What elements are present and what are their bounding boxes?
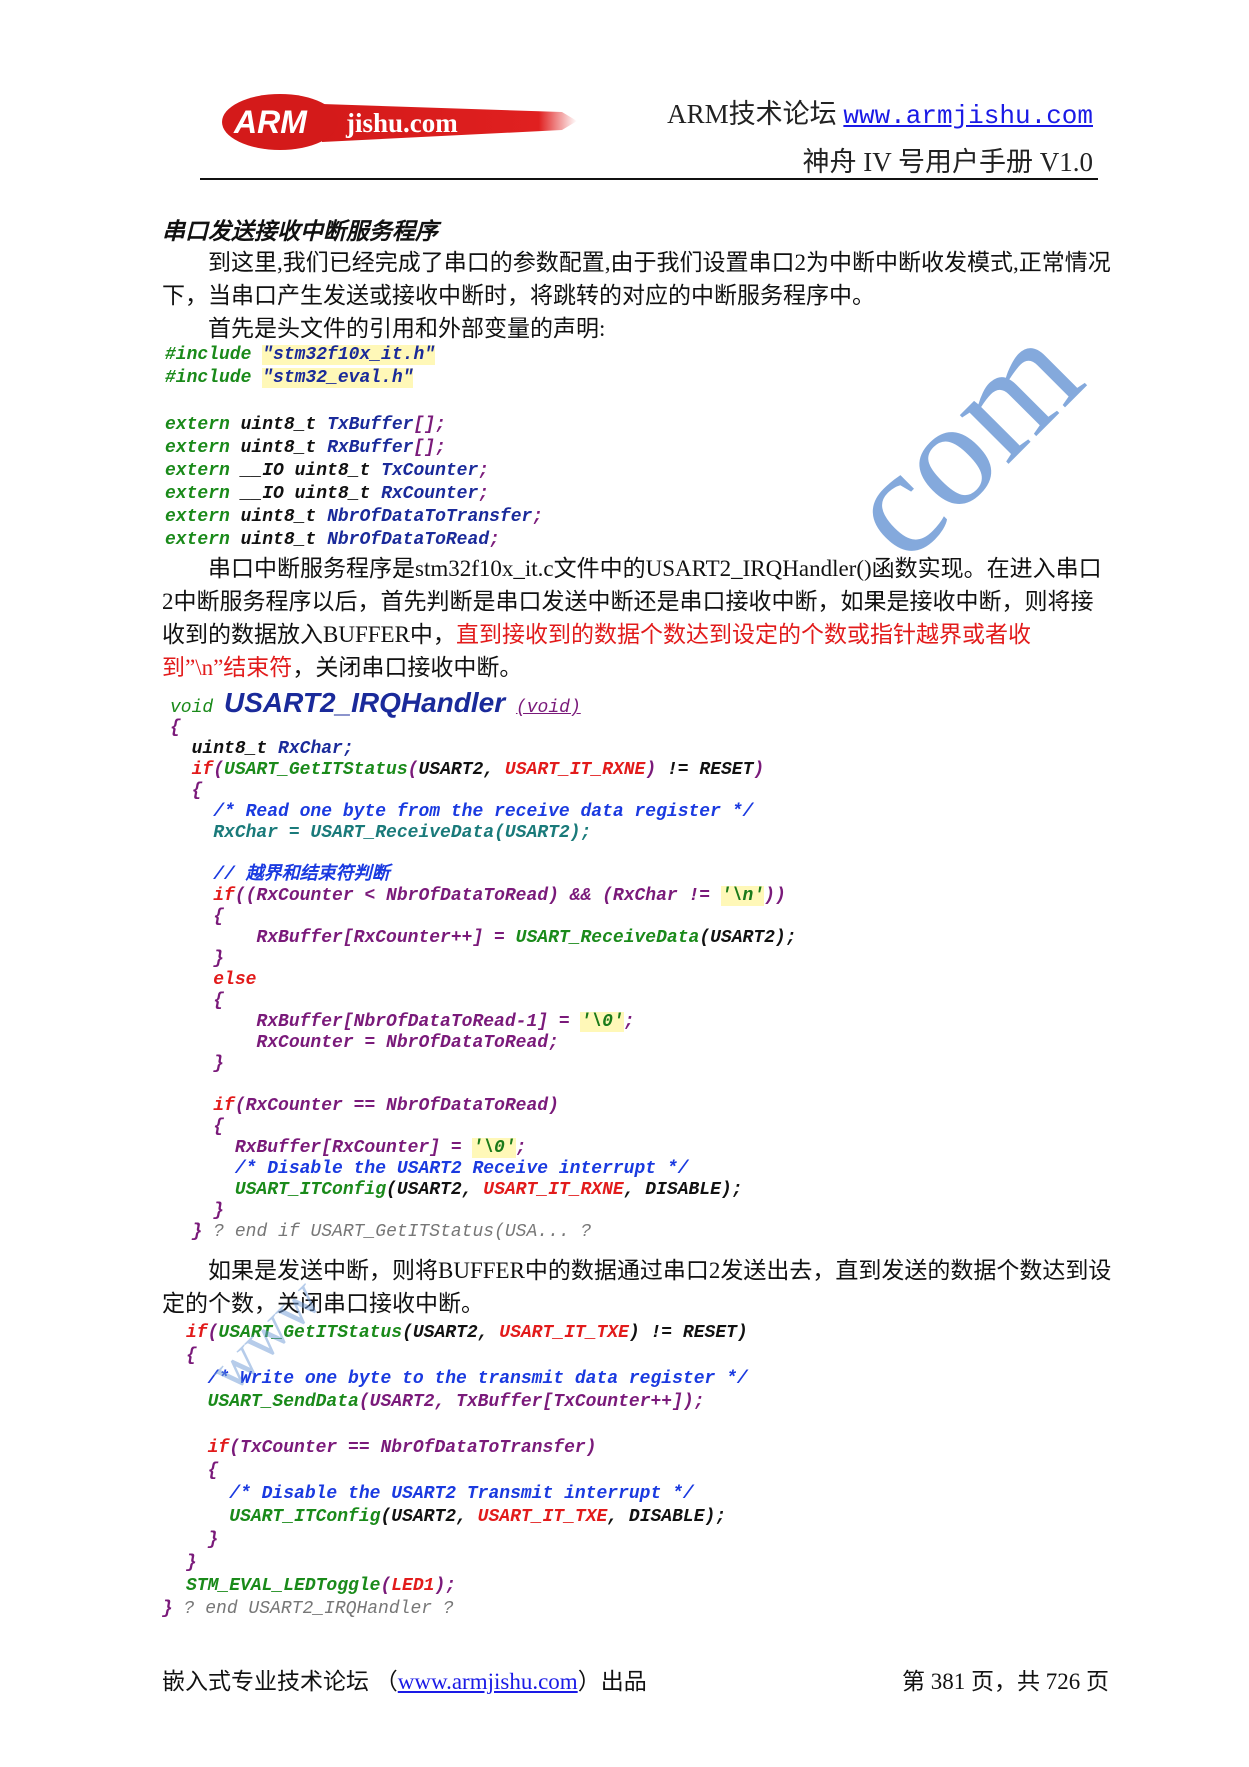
- include-file-2: "stm32_eval.h": [262, 368, 414, 388]
- armjishu-logo: ARM jishu.com: [222, 90, 582, 152]
- code-end-comment: } ? end USART2_IRQHandler ?: [162, 1599, 454, 1619]
- para-transmit-desc: 如果是发送中断，则将BUFFER中的数据通过串口2发送出去，直到发送的数据个数达…: [162, 1258, 1112, 1316]
- footer-link[interactable]: www.armjishu.com: [398, 1669, 578, 1694]
- code-transmit: if(USART_GetITStatus(USART2, USART_IT_TX…: [186, 1323, 748, 1596]
- include-kw: #include: [165, 345, 252, 365]
- logo-jishu-text: jishu.com: [345, 108, 458, 138]
- code-externs: extern uint8_t TxBuffer[]; extern uint8_…: [165, 415, 544, 550]
- forum-label: ARM技术论坛: [667, 99, 837, 129]
- manual-title: 神舟 IV 号用户手册 V1.0: [802, 147, 1093, 177]
- function-name: USART2_IRQHandler: [224, 687, 506, 718]
- page-number: 第 381 页，共 726 页: [902, 1669, 1109, 1694]
- include-kw: #include: [165, 368, 252, 388]
- include-file-1: "stm32f10x_it.h": [262, 345, 436, 365]
- header-forum: ARM技术论坛 www.armjishu.com: [667, 92, 1093, 131]
- header-rule: [200, 178, 1098, 180]
- logo-arm-text: ARM: [233, 104, 308, 140]
- para-handler-desc: 串口中断服务程序是stm32f10x_it.c文件中的USART2_IRQHan…: [162, 556, 1102, 680]
- para-headers: 首先是头文件的引用和外部变量的声明:: [208, 316, 606, 341]
- para-intro: 到这里,我们已经完成了串口的参数配置,由于我们设置串口2为中断中断收发模式,正常…: [162, 250, 1111, 308]
- forum-link[interactable]: www.armjishu.com: [843, 101, 1093, 131]
- code-includes: #include "stm32f10x_it.h" #include "stm3…: [165, 344, 436, 390]
- footer-publisher: 嵌入式专业技术论坛 （www.armjishu.com）出品: [162, 1669, 647, 1694]
- code-handler-body: { uint8_t RxChar; if(USART_GetITStatus(U…: [170, 718, 797, 1242]
- section-title: 串口发送接收中断服务程序: [162, 218, 438, 245]
